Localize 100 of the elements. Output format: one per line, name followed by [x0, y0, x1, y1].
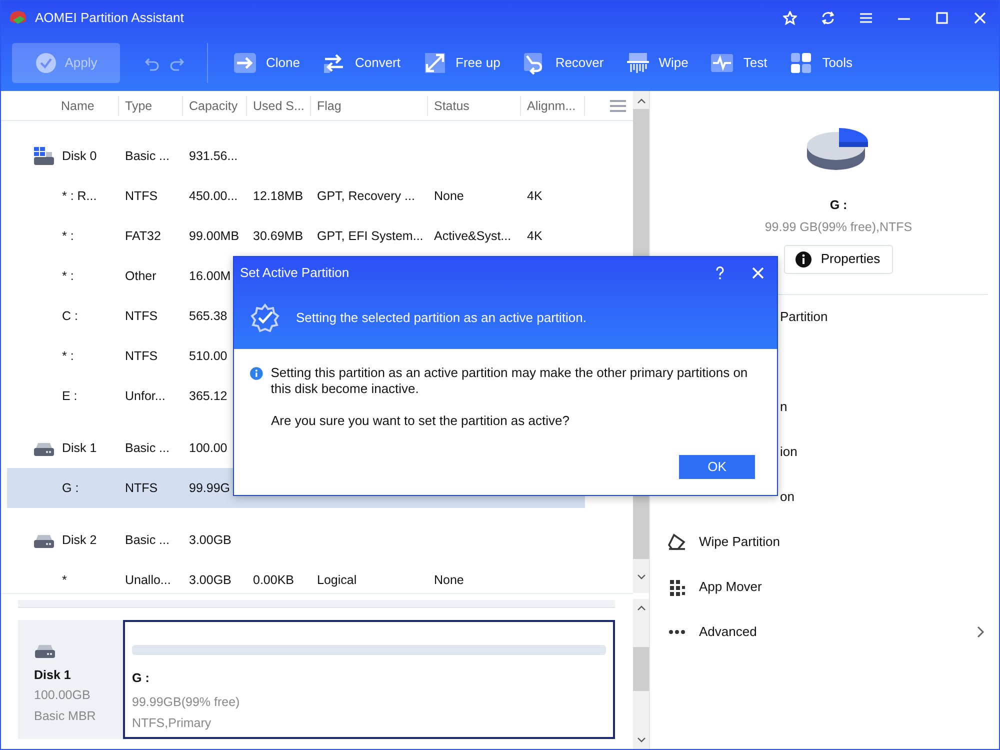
expand-arrows-icon: [422, 50, 446, 74]
column-header[interactable]: Alignm...: [521, 96, 585, 116]
badge-check-icon: [250, 303, 280, 333]
properties-button[interactable]: Properties: [784, 244, 894, 274]
column-header[interactable]: Name: [7, 96, 119, 116]
table-cell-text: 99.00MB: [189, 228, 240, 245]
horizontal-scrollbar[interactable]: [18, 600, 615, 608]
convert-button[interactable]: Convert: [310, 42, 412, 82]
partition-name: * :: [62, 228, 74, 245]
column-header[interactable]: Capacity: [183, 96, 247, 116]
freeup-button[interactable]: Free up: [412, 42, 512, 82]
scroll-up-icon: [636, 605, 646, 611]
scroll-up-icon: [636, 98, 646, 104]
table-cell-text: Logical: [317, 572, 357, 589]
dot-grid-icon: [668, 578, 686, 596]
dialog-title: Set Active Partition: [240, 264, 350, 282]
table-cell-text: None: [434, 572, 464, 589]
disk-name: Disk 1: [34, 667, 72, 684]
table-cell-text: 510.00: [189, 348, 228, 365]
partition-name: C :: [62, 308, 78, 325]
partition-name: *: [62, 572, 67, 589]
wipe-button[interactable]: Wipe: [614, 42, 700, 82]
check-icon: [34, 52, 57, 74]
action-item[interactable]: Advanced: [650, 610, 999, 654]
table-cell-text: GPT, Recovery ...: [317, 188, 415, 205]
table-cell-text: Active&Syst...: [434, 228, 512, 245]
partition-filesystem: NTFS,Primary: [132, 714, 212, 732]
table-row[interactable]: * Unallo... 3.00GB 0.00KB Logical None: [7, 560, 585, 593]
table-cell-text: NTFS: [125, 308, 158, 325]
partition-name: Disk 0: [62, 148, 97, 165]
shredder-icon: [626, 50, 650, 74]
table-cell-text: 100.00: [189, 440, 228, 457]
confirmation-question: Are you sure you want to set the partition as active?: [271, 413, 570, 429]
clone-button[interactable]: Clone: [222, 42, 311, 82]
table-cell-text: NTFS: [125, 188, 158, 205]
table-cell-text: 931.56...: [189, 148, 238, 165]
ok-button[interactable]: OK: [679, 455, 755, 479]
table-cell-text: 565.38: [189, 308, 228, 325]
dialog-banner-text: Setting the selected partition as an active partition.: [296, 309, 587, 328]
grid-squares-icon: [789, 50, 814, 74]
recover-button[interactable]: Recover: [511, 42, 615, 82]
partition-name: G :: [132, 670, 150, 687]
tools-button[interactable]: Tools: [778, 42, 864, 82]
scroll-down-icon: [636, 574, 646, 580]
table-cell-text: 12.18MB: [253, 188, 304, 205]
partition-title: G :: [830, 197, 848, 214]
disk-type: Basic MBR: [34, 708, 97, 725]
table-cell-text: 16.00M: [189, 268, 231, 285]
table-cell-text: 99.99G: [189, 480, 230, 497]
table-cell-text: 3.00GB: [189, 532, 232, 549]
table-cell-text: 4K: [527, 228, 542, 245]
column-header[interactable]: Status: [428, 96, 521, 116]
scrollbar-thumb[interactable]: [633, 647, 649, 691]
table-cell-text: Basic ...: [125, 532, 170, 549]
partition-name: G :: [62, 480, 79, 497]
eraser-icon: [668, 533, 686, 551]
table-row[interactable]: Disk 2 Basic ... 3.00GB: [7, 520, 585, 560]
table-row[interactable]: * : FAT32 99.00MB 30.69MB GPT, EFI System... Active&Syst... 4K: [7, 216, 585, 256]
partition-name: * : R...: [62, 188, 97, 205]
table-cell-text: Other: [125, 268, 156, 285]
info-icon: [250, 367, 263, 380]
table-cell-text: NTFS: [125, 480, 158, 497]
chevron-right-icon: [977, 626, 985, 638]
test-button[interactable]: Test: [699, 42, 778, 82]
table-row[interactable]: * : R... NTFS 450.00... 12.18MB GPT, Recovery ... None 4K: [7, 176, 585, 216]
table-cell-text: FAT32: [125, 228, 161, 245]
partition-name: * :: [62, 268, 74, 285]
window-title: AOMEI Partition Assistant: [35, 9, 184, 28]
warning-message: Setting this partition as an active partition may make the other primary partitions on this disk become inactive.: [270, 365, 749, 397]
partition-name: E :: [62, 388, 78, 405]
disk-size: 100.00GB: [34, 686, 92, 704]
app-logo-icon: [8, 10, 27, 26]
action-item[interactable]: App Mover: [650, 564, 999, 610]
table-cell-text: 30.69MB: [253, 228, 304, 245]
column-header[interactable]: Flag: [311, 96, 428, 116]
column-header[interactable]: Type: [119, 96, 183, 116]
partition-info: 99.99 GB(99% free),NTFS: [764, 218, 912, 236]
table-cell-text: 0.00KB: [253, 572, 294, 589]
partition-card[interactable]: G : 99.99GB(99% free) NTFS,Primary: [123, 620, 615, 739]
table-cell-text: 3.00GB: [189, 572, 232, 589]
table-cell-text: Unfor...: [125, 388, 166, 405]
table-cell-text: Unallo...: [125, 572, 171, 589]
table-cell-text: GPT, EFI System...: [317, 228, 424, 245]
table-cell-text: NTFS: [125, 348, 158, 365]
table-row[interactable]: Disk 1 Basic ... 100.00: [7, 428, 585, 468]
action-item[interactable]: Wipe Partition: [650, 520, 999, 564]
partition-name: * :: [62, 348, 74, 365]
more-dots-icon: [668, 629, 686, 635]
table-cell-text: 450.00...: [189, 188, 238, 205]
table-row[interactable]: Disk 0 Basic ... 931.56...: [7, 136, 585, 176]
partition-name: Disk 1: [62, 440, 97, 457]
windows-disk-icon: [33, 146, 55, 166]
close-icon[interactable]: [751, 266, 765, 280]
table-cell-text: Basic ...: [125, 148, 170, 165]
column-header[interactable]: Used S...: [247, 96, 311, 116]
table-cell-text: None: [434, 188, 464, 205]
scroll-down-icon: [636, 737, 646, 743]
partition-info: 99.99GB(99% free): [132, 694, 241, 711]
table-cell-text: Basic ...: [125, 440, 170, 457]
info-icon: [794, 250, 812, 268]
